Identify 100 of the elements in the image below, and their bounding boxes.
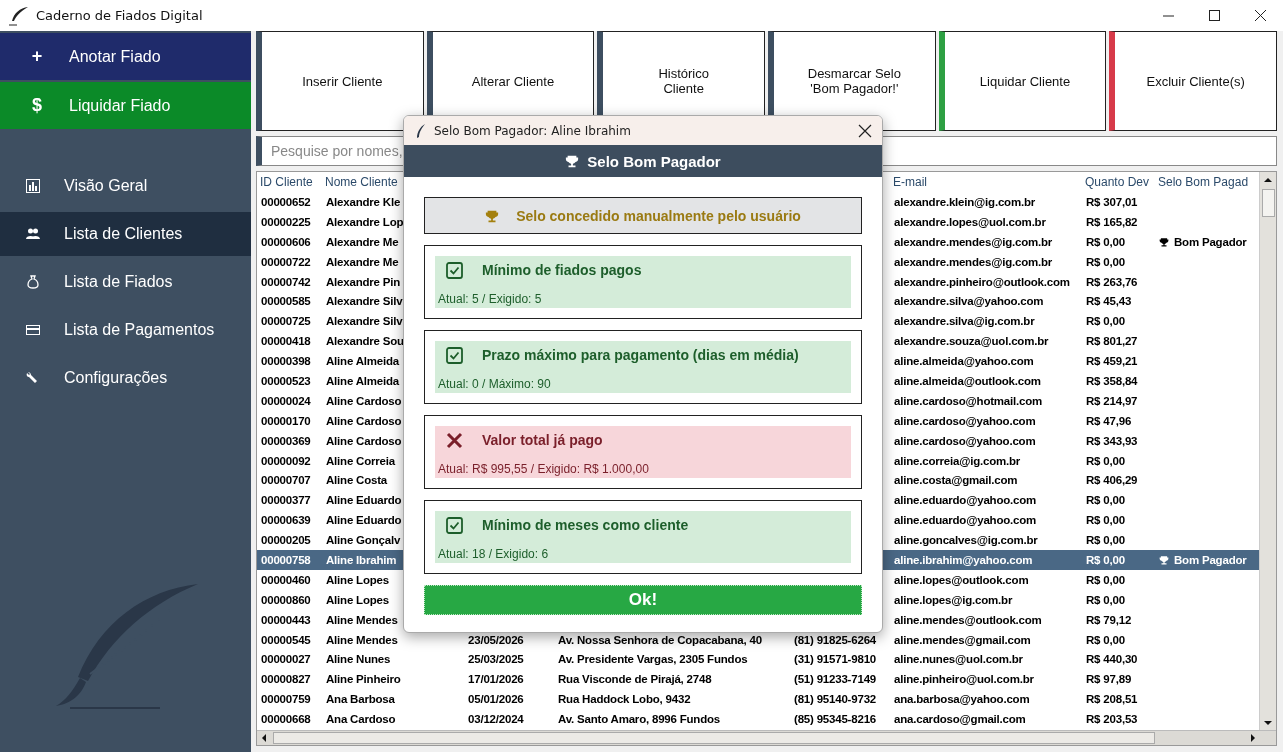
table-cell: aline.cardoso@hotmail.com xyxy=(894,394,1043,407)
table-cell: R$ 0,00 xyxy=(1086,534,1125,547)
table-cell: 00000092 xyxy=(261,454,311,467)
table-cell: 00000027 xyxy=(261,653,311,666)
table-cell: Alexandre Me xyxy=(326,235,399,248)
table-cell: alexandre.souza@uol.com.br xyxy=(894,335,1049,348)
table-cell: Aline Mendes xyxy=(326,613,398,626)
table-cell: (81) 91825-6264 xyxy=(794,633,877,646)
table-cell: R$ 0,00 xyxy=(1086,593,1125,606)
table-cell: R$ 0,00 xyxy=(1086,494,1125,507)
table-cell: 00000742 xyxy=(261,275,311,288)
table-cell: R$ 263,76 xyxy=(1086,275,1138,288)
table-cell: aline.almeida@yahoo.com xyxy=(894,355,1034,368)
table-cell: (85) 95345-8216 xyxy=(794,713,877,726)
table-cell: R$ 307,01 xyxy=(1086,195,1138,208)
table-cell: R$ 0,00 xyxy=(1086,454,1125,467)
table-cell: Aline Mendes xyxy=(326,633,398,646)
table-cell: R$ 208,51 xyxy=(1086,693,1138,706)
table-cell: Alexandre Lop xyxy=(326,215,404,228)
table-cell: 00000170 xyxy=(261,414,311,427)
table-cell: R$ 440,30 xyxy=(1086,653,1138,666)
table-cell: R$ 0,00 xyxy=(1086,553,1125,566)
table-cell: 00000758 xyxy=(261,553,311,566)
table-cell: aline.cardoso@yahoo.com xyxy=(894,434,1036,447)
table-cell: alexandre.klein@ig.com.br xyxy=(894,195,1036,208)
table-cell: Av. Santo Amaro, 8996 Fundos xyxy=(558,713,721,726)
table-cell: (31) 91571-9810 xyxy=(794,653,877,666)
criterion-detail: Atual: 18 / Exigido: 6 xyxy=(438,547,550,561)
criterion-detail: Atual: 0 / Máximo: 90 xyxy=(438,377,552,391)
table-cell: 00000652 xyxy=(261,195,311,208)
table-cell: ana.barbosa@yahoo.com xyxy=(894,693,1030,706)
table-cell: aline.mendes@outlook.com xyxy=(894,613,1042,626)
criterion-title: Mínimo de fiados pagos xyxy=(482,262,642,278)
table-cell: Av. Presidente Vargas, 2305 Fundos xyxy=(558,653,748,666)
table-cell: R$ 203,53 xyxy=(1086,713,1138,726)
table-cell: R$ 343,93 xyxy=(1086,434,1138,447)
table-cell: aline.mendes@gmail.com xyxy=(894,633,1031,646)
table-cell: R$ 459,21 xyxy=(1086,355,1138,368)
table-cell: aline.nunes@uol.com.br xyxy=(894,653,1023,666)
table-cell: 03/12/2024 xyxy=(468,713,524,726)
table-cell: R$ 47,96 xyxy=(1086,414,1132,427)
table-cell: (51) 91233-7149 xyxy=(794,673,877,686)
table-cell: Aline Cardoso xyxy=(326,434,402,447)
table-cell: aline.pinheiro@uol.com.br xyxy=(894,673,1034,686)
criterion-title: Mínimo de meses como cliente xyxy=(482,517,689,533)
table-cell: alexandre.silva@yahoo.com xyxy=(894,295,1044,308)
table-cell: 00000860 xyxy=(261,593,311,606)
criterion-title: Valor total já pago xyxy=(482,432,603,448)
table-cell: 17/01/2026 xyxy=(468,673,524,686)
table-cell: 00000369 xyxy=(261,434,311,447)
table-cell: 23/05/2026 xyxy=(468,633,524,646)
table-cell: aline.correia@ig.com.br xyxy=(894,454,1021,467)
notice-text: Selo concedido manualmente pelo usuário xyxy=(516,207,801,224)
table-cell: Alexandre Me xyxy=(326,255,399,268)
badge-label: Bom Pagador xyxy=(1174,553,1247,566)
table-cell: Aline Lopes xyxy=(326,573,389,586)
table-cell: 00000722 xyxy=(261,255,311,268)
table-cell: Aline Cardoso xyxy=(326,414,402,427)
table-cell: R$ 0,00 xyxy=(1086,315,1125,328)
table-cell: 00000024 xyxy=(261,394,311,407)
table-cell: alexandre.mendes@ig.com.br xyxy=(894,255,1053,268)
table-cell: R$ 0,00 xyxy=(1086,573,1125,586)
table-cell: Ana Barbosa xyxy=(326,693,395,706)
table-cell: Aline Pinheiro xyxy=(326,673,401,686)
criterion-detail: Atual: 5 / Exigido: 5 xyxy=(438,292,543,306)
table-cell: alexandre.pinheiro@outlook.com xyxy=(894,275,1070,288)
table-cell: 00000639 xyxy=(261,514,311,527)
window-title: Caderno de Fiados Digital xyxy=(36,8,204,23)
table-cell: Rua Haddock Lobo, 9432 xyxy=(558,693,691,706)
table-cell: R$ 79,12 xyxy=(1086,613,1132,626)
table-cell: aline.almeida@outlook.com xyxy=(894,374,1041,387)
table-cell: Av. Nossa Senhora de Copacabana, 40 xyxy=(558,633,762,646)
table-cell: Alexandre Silv xyxy=(326,295,403,308)
table-cell: ana.cardoso@gmail.com xyxy=(894,713,1026,726)
table-cell: 05/01/2026 xyxy=(468,693,524,706)
table-cell: aline.eduardo@yahoo.com xyxy=(894,514,1037,527)
table-cell: R$ 0,00 xyxy=(1086,255,1125,268)
table-cell: aline.lopes@ig.com.br xyxy=(894,593,1013,606)
table-cell: aline.goncalves@ig.com.br xyxy=(894,534,1038,547)
table-cell: Aline Costa xyxy=(326,474,388,487)
dialog-heading: Selo Bom Pagador xyxy=(587,152,721,170)
table-cell: 00000398 xyxy=(261,355,311,368)
table-cell: 00000668 xyxy=(261,713,311,726)
table-cell: alexandre.lopes@uol.com.br xyxy=(894,215,1046,228)
table-cell: 00000827 xyxy=(261,673,311,686)
table-cell: R$ 0,00 xyxy=(1086,514,1125,527)
table-cell: 00000585 xyxy=(261,295,311,308)
table-cell: R$ 358,84 xyxy=(1086,374,1138,387)
table-cell: 00000725 xyxy=(261,315,311,328)
badge-label: Bom Pagador xyxy=(1174,235,1247,248)
table-cell: Aline Gonçalv xyxy=(326,534,401,547)
table-cell: aline.lopes@outlook.com xyxy=(894,573,1029,586)
table-cell: Aline Correia xyxy=(326,454,395,467)
table-cell: aline.ibrahim@yahoo.com xyxy=(894,553,1033,566)
table-cell: 00000606 xyxy=(261,235,311,248)
table-cell: Alexandre Sou xyxy=(326,335,404,348)
table-cell: Aline Cardoso xyxy=(326,394,402,407)
table-cell: 00000418 xyxy=(261,335,311,348)
table-cell: alexandre.mendes@ig.com.br xyxy=(894,235,1053,248)
table-cell: R$ 0,00 xyxy=(1086,633,1125,646)
